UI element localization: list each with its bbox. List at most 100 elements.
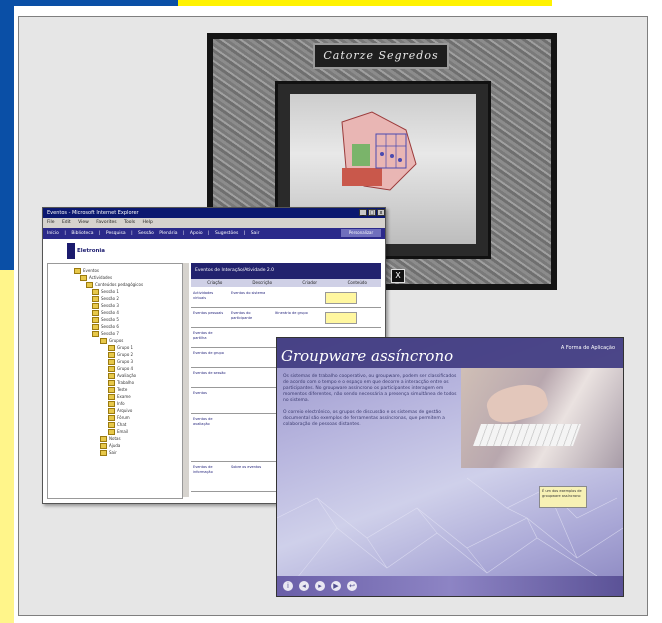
maximize-button[interactable]: □ — [368, 209, 376, 216]
tree-item[interactable]: Teste — [108, 387, 127, 393]
keyboard-photo — [461, 368, 623, 468]
tree-item[interactable]: Sessão 3 — [92, 303, 119, 309]
folder-icon — [100, 436, 107, 442]
menu-edit[interactable]: Edit — [62, 220, 71, 225]
site-logo-icon — [67, 243, 75, 259]
tree-item[interactable]: Trabalho — [108, 380, 134, 386]
table-row[interactable]: Eventos pessoais Eventos do participante… — [191, 309, 381, 328]
tree-item[interactable]: Actividades — [80, 275, 112, 281]
browser-menu-bar: File Edit View Favorites Tools Help — [43, 218, 385, 228]
folder-icon — [108, 352, 115, 358]
folder-icon — [108, 394, 115, 400]
tree-item[interactable]: Sessão 4 — [92, 310, 119, 316]
browser-title-bar: Eventos - Microsoft Internet Explorer — [43, 208, 385, 218]
folder-icon — [108, 401, 115, 407]
tree-item[interactable]: Eventos — [74, 268, 99, 274]
tree-item[interactable]: Exame — [108, 394, 131, 400]
body-paragraph: Os sistemas de trabalho cooperativo, ou … — [283, 374, 457, 403]
nav-link[interactable]: Sessão Plenária — [138, 231, 177, 236]
menu-view[interactable]: View — [78, 220, 89, 225]
menu-file[interactable]: File — [47, 220, 55, 225]
tree-item[interactable]: Grupo 1 — [108, 345, 133, 351]
stone-app-title: Catorze Segredos — [313, 43, 449, 69]
menu-tools[interactable]: Tools — [124, 220, 135, 225]
column-header: Criação — [207, 280, 223, 285]
folder-icon — [92, 303, 99, 309]
folder-icon — [108, 345, 115, 351]
folder-icon — [92, 310, 99, 316]
folder-icon — [108, 415, 115, 421]
site-nav-bar: Início | Biblioteca | Pesquisa | Sessão … — [43, 228, 385, 239]
caption-note: É um dos exemplos de groupware assíncron… — [539, 486, 587, 508]
nav-link[interactable]: Pesquisa — [106, 231, 126, 236]
tree-item[interactable]: Sessão 2 — [92, 296, 119, 302]
tree-item[interactable]: Avaliação — [108, 373, 136, 379]
groupware-body: Os sistemas de trabalho cooperativo, ou … — [283, 374, 461, 428]
tree-item[interactable]: Sessão 7 — [92, 331, 119, 337]
keyboard-image — [472, 424, 582, 446]
folder-icon — [92, 289, 99, 295]
tree-scrollbar[interactable] — [182, 263, 189, 497]
folder-icon — [100, 338, 107, 344]
close-button[interactable]: x — [377, 209, 385, 216]
folder-icon — [108, 366, 115, 372]
top-blue-stripe — [0, 0, 178, 6]
tree-item[interactable]: Fórum — [108, 415, 130, 421]
close-icon[interactable]: X — [391, 269, 405, 283]
tree-item[interactable]: Ajuda — [100, 443, 120, 449]
nav-link[interactable]: Sugestões — [215, 231, 238, 236]
tree-item[interactable]: Arquivo — [108, 408, 132, 414]
groupware-controls-bar — [277, 576, 623, 596]
info-icon[interactable]: i — [283, 581, 293, 591]
back-icon[interactable]: ◂ — [299, 581, 309, 591]
folder-icon — [108, 380, 115, 386]
folder-icon — [80, 275, 87, 281]
table-row[interactable]: Actividades virtuais Eventos do sistema — [191, 289, 381, 308]
play-icon[interactable]: ▶ — [331, 581, 341, 591]
top-yellow-stripe — [178, 0, 552, 6]
tree-item[interactable]: Sessão 5 — [92, 317, 119, 323]
tree-item[interactable]: Info — [108, 401, 125, 407]
tree-item[interactable]: Email — [108, 429, 128, 435]
personalize-button[interactable]: Personalizar — [341, 229, 381, 237]
tree-item[interactable]: Chat — [108, 422, 126, 428]
column-header: Descrição — [252, 280, 273, 285]
minimize-button[interactable]: _ — [359, 209, 367, 216]
body-paragraph: O correio electrónico, os grupos de disc… — [283, 410, 445, 427]
tree-item[interactable]: Sair — [100, 450, 117, 456]
tree-item[interactable]: Grupo 3 — [108, 359, 133, 365]
tree-item[interactable]: Sessão 6 — [92, 324, 119, 330]
menu-help[interactable]: Help — [143, 220, 153, 225]
groupware-app-window: Groupware assíncrono A Forma de Aplicaçã… — [276, 337, 624, 597]
folder-icon — [92, 317, 99, 323]
tree-item[interactable]: Notas — [100, 436, 121, 442]
table-header-row: Criação Descrição Criador Conteúdo — [191, 279, 381, 287]
tree-item[interactable]: Grupo 4 — [108, 366, 133, 372]
tree-item[interactable]: Conteúdos pedagógicos — [86, 282, 143, 288]
content-badge[interactable] — [325, 292, 357, 304]
folder-icon — [92, 331, 99, 337]
nav-link[interactable]: Início — [47, 231, 59, 236]
left-yellow-stripe — [0, 270, 14, 623]
tree-item[interactable]: Grupo 2 — [108, 352, 133, 358]
nav-link[interactable]: Biblioteca — [71, 231, 93, 236]
content-badge[interactable] — [325, 312, 357, 324]
menu-favorites[interactable]: Favorites — [96, 220, 116, 225]
return-icon[interactable]: ↩ — [347, 581, 357, 591]
folder-icon — [108, 408, 115, 414]
tree-item[interactable]: Grupos — [100, 338, 123, 344]
table-title: Eventos de Interação/Atividade 2.0 — [191, 263, 381, 279]
navigation-tree: Eventos Actividades Conteúdos pedagógico… — [47, 263, 183, 499]
folder-icon — [108, 422, 115, 428]
groupware-subtitle: A Forma de Aplicação — [560, 345, 615, 351]
nav-link[interactable]: Apoio — [190, 231, 203, 236]
folder-icon — [74, 268, 81, 274]
folder-icon — [108, 387, 115, 393]
folder-icon — [100, 450, 107, 456]
folder-icon — [86, 282, 93, 288]
forward-icon[interactable]: ▸ — [315, 581, 325, 591]
tree-item[interactable]: Sessão 1 — [92, 289, 119, 295]
nav-link[interactable]: Sair — [251, 231, 260, 236]
folder-icon — [92, 324, 99, 330]
column-header: Conteúdo — [347, 280, 367, 285]
